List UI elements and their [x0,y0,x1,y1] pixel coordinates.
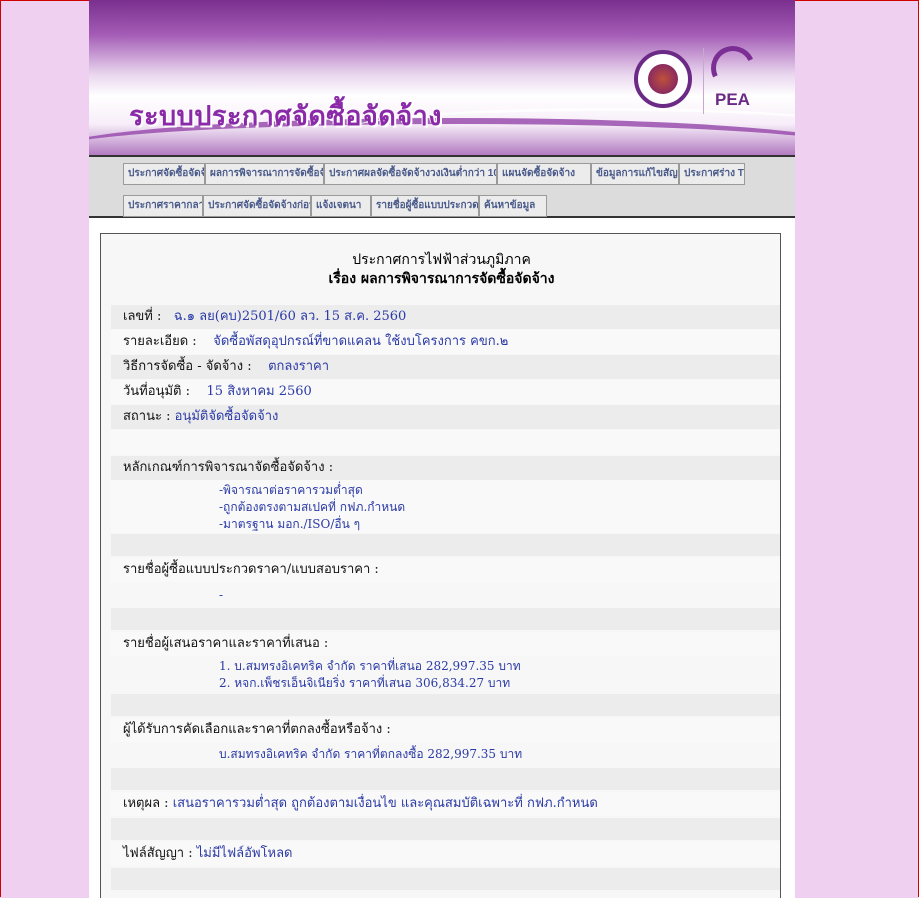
winner-label: ผู้ได้รับการคัดเลือกและราคาที่ตกลงซื้อหร… [123,722,391,737]
pea-logo-text: PEA [715,90,750,109]
main-nav: ประกาศจัดซื้อจัดจ้าง ผลการพิจารณาการจัดซ… [89,155,795,218]
heading-line-2: เรื่อง ผลการพิจารณาการจัดซื้อจัดจ้าง [328,271,555,287]
criteria-item: -มาตรฐาน มอก./ISO/อื่น ๆ [219,517,361,531]
page-container: ระบบประกาศจัดซื้อจัดจ้าง PEA ประกาศจัดซื… [89,0,795,898]
method-label: วิธีการจัดซื้อ - จัดจ้าง : [123,359,252,374]
status-value: อนุมัติจัดซื้อจัดจ้าง [174,409,279,424]
file-row: ไฟล์สัญญา : ไม่มีไฟล์อัพโหลด [111,842,780,866]
status-label: สถานะ : [123,409,171,424]
nav-median-price[interactable]: ประกาศราคากลาง [123,195,203,217]
detail-label: รายละเอียด : [123,334,197,349]
approve-label: วันที่อนุมัติ : [123,384,190,399]
spacer-row [111,534,780,556]
criteria-row: หลักเกณฑ์การพิจารณาจัดซื้อจัดจ้าง : [111,456,780,480]
approve-row: วันที่อนุมัติ : 15 สิงหาคม 2560 [111,380,780,404]
nav-before-2556[interactable]: ประกาศจัดซื้อจัดจ้างก่อนปี 2556 [203,195,311,217]
pea-seal-icon [634,50,692,108]
criteria-list: -พิจารณาต่อราคารวมต่ำสุด -ถูกต้องตรงตามส… [219,482,405,533]
number-row: เลขที่ : ฉ.๑ ลย(คบ)2501/60 ลว. 15 ส.ค. 2… [111,305,780,329]
bidders-row: รายชื่อผู้เสนอราคาและราคาที่เสนอ : [111,632,780,656]
reason-label: เหตุผล : [123,796,169,811]
spacer-row [111,694,780,716]
file-label: ไฟล์สัญญา : [123,846,193,861]
nav-procurement-results[interactable]: ผลการพิจารณาการจัดซื้อจัดจ้าง [205,163,324,185]
approve-value: 15 สิงหาคม 2560 [206,384,312,399]
detail-row: รายละเอียด : จัดซื้อพัสดุอุปกรณ์ที่ขาดแค… [111,330,780,354]
number-value: ฉ.๑ ลย(คบ)2501/60 ลว. 15 ส.ค. 2560 [173,309,407,324]
header-banner: ระบบประกาศจัดซื้อจัดจ้าง PEA [89,0,795,155]
pea-logo: PEA [704,39,762,114]
winner-value: บ.สมทรงอิเคทริค จำกัด ราคาที่ตกลงซื้อ 28… [219,747,523,761]
nav-results-under-100k[interactable]: ประกาศผลจัดซื้อจัดจ้างวงเงินต่ำกว่า 100,… [324,163,497,185]
detail-value: จัดซื้อพัสดุอุปกรณ์ที่ขาดแคลน ใช้งบโครงก… [213,334,509,349]
spacer-row [111,868,780,890]
file-value: ไม่มีไฟล์อัพโหลด [196,846,293,861]
bidders-list: 1. บ.สมทรงอิเคทริค จำกัด ราคาที่เสนอ 282… [219,658,521,692]
reason-row: เหตุผล : เสนอราคารวมต่ำสุด ถูกต้องตามเงื… [111,792,780,816]
bidders-label: รายชื่อผู้เสนอราคาและราคาที่เสนอ : [123,636,329,651]
winner-row: ผู้ได้รับการคัดเลือกและราคาที่ตกลงซื้อหร… [111,718,780,742]
announcement-heading: ประกาศการไฟฟ้าส่วนภูมิภาค เรื่อง ผลการพิ… [101,251,782,289]
bidder-item: 1. บ.สมทรงอิเคทริค จำกัด ราคาที่เสนอ 282… [219,659,521,673]
site-title: ระบบประกาศจัดซื้อจัดจ้าง [129,101,442,132]
method-row: วิธีการจัดซื้อ - จัดจ้าง : ตกลงราคา [111,355,780,379]
nav-intent[interactable]: แจ้งเจตนา [311,195,371,217]
criteria-list-bg [111,480,780,533]
nav-row-2: ประกาศราคากลาง ประกาศจัดซื้อจัดจ้างก่อนป… [123,195,547,217]
nav-contract-amendments[interactable]: ข้อมูลการแก้ไขสัญญา [591,163,679,185]
bidder-item: 2. หจก.เพ็ชรเอ็นจิเนียริ่ง ราคาที่เสนอ 3… [219,676,511,690]
nav-procurement-announcement[interactable]: ประกาศจัดซื้อจัดจ้าง [123,163,205,185]
number-label: เลขที่ : [123,309,162,324]
logo-divider [703,48,704,114]
spacer-row [111,768,780,790]
nav-bid-buyers[interactable]: รายชื่อผู้ซื้อแบบประกวดราคา [371,195,479,217]
announcement-panel: ประกาศการไฟฟ้าส่วนภูมิภาค เรื่อง ผลการพิ… [100,233,781,898]
spacer-row [111,430,780,454]
reason-value: เสนอราคารวมต่ำสุด ถูกต้องตามเงื่อนไข และ… [172,796,598,811]
nav-search[interactable]: ค้นหาข้อมูล [479,195,547,217]
nav-procurement-plan[interactable]: แผนจัดซื้อจัดจ้าง [497,163,591,185]
buyers-row: รายชื่อผู้ซื้อแบบประกวดราคา/แบบสอบราคา : [111,558,780,582]
pea-swirl-icon [704,39,762,97]
buyers-label: รายชื่อผู้ซื้อแบบประกวดราคา/แบบสอบราคา : [123,562,379,577]
criteria-label: หลักเกณฑ์การพิจารณาจัดซื้อจัดจ้าง : [123,460,334,475]
nav-row-1: ประกาศจัดซื้อจัดจ้าง ผลการพิจารณาการจัดซ… [123,163,745,185]
buyers-value: - [219,588,224,602]
spacer-row [111,818,780,840]
spacer-row [111,608,780,630]
criteria-item: -ถูกต้องตรงตามสเปคที่ กฟภ.กำหนด [219,500,406,514]
criteria-item: -พิจารณาต่อราคารวมต่ำสุด [219,483,363,497]
method-value: ตกลงราคา [268,359,330,374]
heading-line-1: ประกาศการไฟฟ้าส่วนภูมิภาค [352,252,531,268]
status-row: สถานะ : อนุมัติจัดซื้อจัดจ้าง [111,405,780,429]
nav-draft-tor[interactable]: ประกาศร่าง TOR [679,163,745,185]
